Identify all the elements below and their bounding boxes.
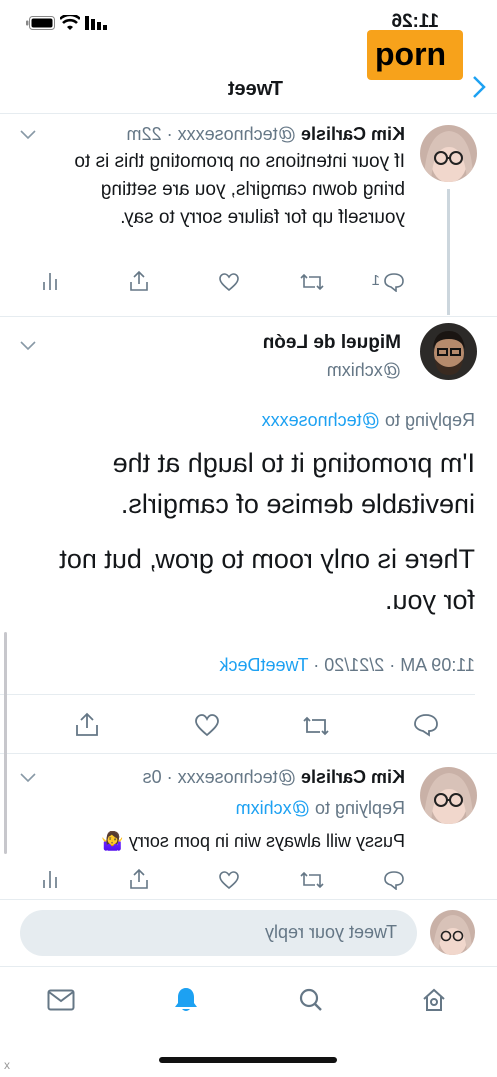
retweet-icon[interactable]: [301, 714, 331, 738]
author-handle: @xchixm: [326, 360, 401, 380]
tweet-meta: Kim Carlisle @technosexxx · 22m: [127, 124, 405, 145]
avatar[interactable]: [420, 125, 477, 182]
tweet-actions: [15, 868, 405, 892]
chevron-down-icon[interactable]: [20, 130, 36, 140]
tweet-actions: 1: [15, 270, 405, 296]
battery-icon: [25, 16, 55, 30]
retweet-icon[interactable]: [299, 870, 325, 890]
author-handle: @technosexxx: [177, 124, 296, 144]
replying-handle[interactable]: @technosexxx: [262, 410, 380, 430]
analytics-icon[interactable]: [41, 270, 59, 290]
author-name[interactable]: Miguel de León: [263, 332, 401, 354]
author-handle: @technosexxx: [177, 767, 296, 787]
meta-separator: ·: [166, 767, 173, 787]
avatar[interactable]: [420, 767, 477, 824]
author-name[interactable]: Kim Carlisle: [301, 767, 405, 787]
author-name[interactable]: Kim Carlisle: [301, 124, 405, 144]
share-icon[interactable]: [128, 270, 150, 292]
tweet-paragraph-2: There is only room to grow, but not for …: [59, 544, 475, 615]
reply-icon[interactable]: [413, 713, 439, 737]
analytics-icon[interactable]: [41, 868, 59, 888]
reply-input[interactable]: Tweet your reply: [20, 910, 417, 956]
mirrored-screen: 11:26 Tweet Kim Carlisle @technosexxx · …: [0, 0, 497, 1077]
tweet-timestamp-row: 11:09 AM · 2/21/20 · TweetDeck: [220, 655, 476, 676]
tweet-text-row: Pussy will always win in porn sorry 🤷‍♀️: [101, 831, 405, 852]
reply-composer: Tweet your reply: [0, 900, 497, 966]
scrollbar[interactable]: [4, 632, 7, 854]
chevron-down-icon[interactable]: [20, 773, 36, 783]
replying-to: Replying to @xchixm: [236, 798, 405, 819]
like-icon[interactable]: [194, 713, 220, 737]
corner-mark: x: [4, 1058, 10, 1072]
replying-handle[interactable]: @xchixm: [236, 798, 310, 818]
reply-input-placeholder: Tweet your reply: [264, 922, 397, 942]
search-icon[interactable]: [297, 987, 323, 1013]
meta-separator: ·: [166, 124, 173, 144]
watermark-logo: porn: [367, 30, 463, 80]
share-icon[interactable]: [128, 868, 150, 890]
tweet-text: Pussy will always win in porn sorry: [128, 831, 405, 851]
page-title: Tweet: [227, 78, 283, 100]
reply-icon[interactable]: [383, 870, 405, 890]
notifications-icon[interactable]: [173, 985, 199, 1013]
messages-icon[interactable]: [47, 989, 75, 1011]
like-icon[interactable]: [218, 272, 240, 292]
replying-prefix: Replying to: [314, 798, 405, 818]
tweet-paragraph-1: I'm promoting it to laugh at the inevita…: [112, 448, 475, 519]
wifi-icon: [60, 15, 80, 31]
tweet-actions: [15, 711, 475, 741]
tweet-time: 22m: [126, 124, 162, 144]
tweet-source[interactable]: TweetDeck: [220, 655, 309, 675]
parent-tweet[interactable]: Kim Carlisle @technosexxx · 22m If your …: [0, 114, 497, 316]
tweet-meta: Kim Carlisle @technosexxx · 0s: [143, 767, 405, 788]
home-icon[interactable]: [421, 987, 447, 1013]
bottom-nav: [0, 967, 497, 1037]
tweet-text: If your intentions on promoting this is …: [74, 151, 405, 228]
reply-icon[interactable]: [383, 272, 405, 292]
watermark-text: porn: [375, 36, 447, 72]
home-indicator: [159, 1057, 337, 1063]
replying-to: Replying to @technosexxx: [262, 410, 475, 431]
my-avatar[interactable]: [430, 910, 475, 955]
signal-icon: [85, 16, 107, 30]
avatar[interactable]: [420, 323, 477, 380]
tweet-time: 0s: [142, 767, 162, 787]
back-chevron-icon[interactable]: [471, 75, 487, 99]
like-icon[interactable]: [218, 870, 240, 890]
reply-tweet[interactable]: Kim Carlisle @technosexxx · 0s Replying …: [0, 754, 497, 899]
tweet-timestamp: 11:09 AM · 2/21/20 ·: [313, 655, 475, 675]
replying-prefix: Replying to: [384, 410, 475, 430]
timestamp-divider: [0, 694, 475, 695]
main-tweet: Miguel de León @xchixm Replying to @tech…: [0, 317, 497, 753]
share-icon[interactable]: [74, 711, 100, 737]
chevron-down-icon[interactable]: [20, 341, 36, 351]
reply-count: 1: [371, 272, 380, 289]
retweet-icon[interactable]: [299, 272, 325, 292]
shrug-emoji: 🤷‍♀️: [101, 831, 124, 851]
thread-line: [447, 189, 450, 315]
